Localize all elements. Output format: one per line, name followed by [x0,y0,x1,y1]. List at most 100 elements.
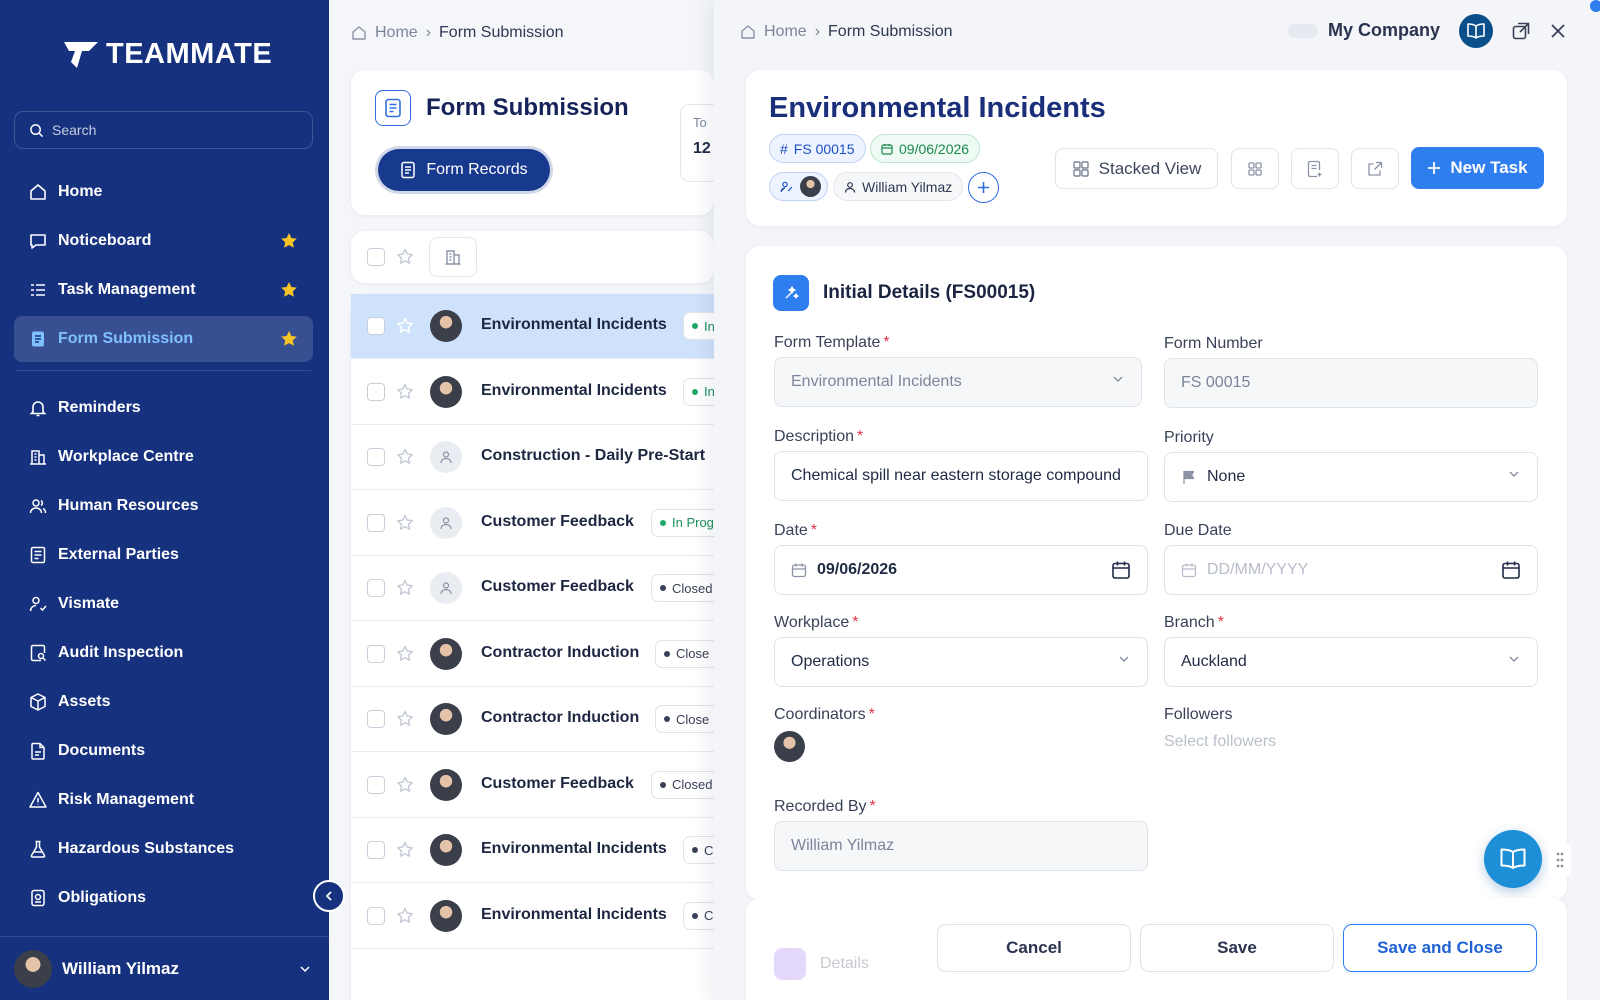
list-item[interactable]: Environmental Incidents In [351,359,724,425]
row-checkbox[interactable] [367,644,385,663]
workplace-select[interactable]: Operations [774,637,1148,687]
teammate-logo[interactable]: TEAMMATE [62,38,272,71]
list-item[interactable]: Contractor Induction Close [351,621,719,687]
avatar-placeholder [430,572,462,604]
sidebar-item-form-submission[interactable]: Form Submission [14,316,313,362]
sidebar-item-reminders[interactable]: Reminders [14,385,313,431]
share-button[interactable] [1351,148,1399,189]
list-item[interactable]: Environmental Incidents In [351,294,724,359]
avatar [14,949,52,988]
sidebar-item-noticeboard[interactable]: Noticeboard [14,218,313,264]
layout-toggle-button[interactable] [1231,148,1279,189]
sidebar-item-home[interactable]: Home [14,169,313,215]
favorite-star-icon[interactable] [279,231,299,251]
close-panel-button[interactable] [1546,19,1570,43]
select-all-checkbox[interactable] [367,248,385,266]
help-book-button[interactable] [1484,830,1542,888]
drag-handle[interactable] [1549,843,1571,877]
row-checkbox[interactable] [367,513,385,532]
new-task-label: New Task [1450,158,1528,177]
user-menu[interactable]: William Yilmaz [0,936,329,1000]
star-icon[interactable] [395,447,415,467]
followers-label: Followers [1164,706,1233,723]
row-checkbox[interactable] [367,775,385,794]
favorite-star-icon[interactable] [279,329,299,349]
coordinator-avatar[interactable] [774,731,805,762]
row-checkbox[interactable] [367,710,385,728]
sidebar-item-audit-inspection[interactable]: Audit Inspection [14,630,313,676]
list-item[interactable]: Environmental Incidents Cl [351,818,726,883]
star-icon[interactable] [395,316,415,336]
new-task-button[interactable]: New Task [1411,147,1544,189]
star-icon[interactable] [395,382,415,402]
save-button[interactable]: Save [1140,924,1334,972]
company-switcher[interactable]: My Company [1288,20,1440,41]
favorite-star-icon[interactable] [279,280,299,300]
home-icon[interactable] [740,24,756,40]
row-checkbox[interactable] [367,906,385,925]
search-input[interactable]: Search [14,111,313,149]
sidebar-item-external-parties[interactable]: External Parties [14,532,313,578]
calendar-picker-icon[interactable] [1111,560,1131,580]
calendar-picker-icon[interactable] [1501,560,1521,580]
sidebar-item-task-management[interactable]: Task Management [14,267,313,313]
avatar [430,768,462,801]
list-item[interactable]: Customer Feedback In Prog [351,490,723,556]
sidebar-item-hazardous-substances[interactable]: Hazardous Substances [14,826,313,872]
sidebar-item-label: Documents [58,742,146,759]
star-icon[interactable] [395,775,415,795]
list-item[interactable]: Environmental Incidents Cl [351,883,726,949]
list-item[interactable]: Customer Feedback Closed [351,556,722,621]
star-icon[interactable] [395,644,415,664]
home-icon[interactable] [351,25,367,41]
row-checkbox[interactable] [367,579,385,597]
chevron-down-icon [1113,376,1123,383]
breadcrumb-home[interactable]: Home [764,23,807,41]
form-records-button[interactable]: Form Records [378,149,550,191]
group-by-button[interactable] [429,237,477,277]
list-item[interactable]: Construction - Daily Pre-Start [351,425,714,490]
form-number-field[interactable]: FS 00015 [1164,358,1538,408]
add-form-button[interactable] [1291,148,1339,189]
sidebar-item-workplace-centre[interactable]: Workplace Centre [14,434,313,480]
branch-select[interactable]: Auckland [1164,637,1538,687]
details-tab[interactable]: Details [774,948,869,980]
sidebar-item-risk-management[interactable]: Risk Management [14,777,313,823]
list-item[interactable]: Customer Feedback Closed [351,752,722,818]
assignee-chip[interactable]: William Yilmaz [833,172,964,201]
star-icon[interactable] [395,247,415,267]
sidebar-item-obligations[interactable]: Obligations [14,875,313,921]
sidebar-item-human-resources[interactable]: Human Resources [14,483,313,529]
coordinator-chip[interactable] [769,172,828,201]
star-icon[interactable] [395,578,415,598]
breadcrumb-home[interactable]: Home [375,24,418,42]
stacked-view-button[interactable]: Stacked View [1055,148,1218,189]
list-toolbar [351,231,714,283]
priority-select[interactable]: None [1164,452,1538,502]
collapse-sidebar-button[interactable] [313,880,345,912]
save-and-close-button[interactable]: Save and Close [1343,924,1537,972]
row-checkbox[interactable] [367,317,385,335]
knowledge-base-button[interactable] [1459,14,1493,48]
recorded-by-field[interactable]: William Yilmaz [774,821,1148,871]
add-assignee-button[interactable] [968,172,999,203]
row-checkbox[interactable] [367,448,385,466]
row-checkbox[interactable] [367,382,385,401]
status-dot [692,388,698,395]
date-field[interactable]: 09/06/2026 [774,545,1148,595]
row-checkbox[interactable] [367,841,385,859]
star-icon[interactable] [395,840,415,860]
followers-select[interactable]: Select followers [1164,733,1276,751]
due-date-field[interactable]: DD/MM/YYYY [1164,545,1538,595]
open-new-window-button[interactable] [1509,19,1533,43]
star-icon[interactable] [395,709,415,729]
cancel-button[interactable]: Cancel [937,924,1131,972]
sidebar-item-vismate[interactable]: Vismate [14,581,313,627]
sidebar-item-assets[interactable]: Assets [14,679,313,725]
sidebar-item-documents[interactable]: Documents [14,728,313,774]
star-icon[interactable] [395,513,415,533]
list-item[interactable]: Contractor Induction Close [351,687,719,752]
star-icon[interactable] [395,906,415,926]
description-field[interactable]: Chemical spill near eastern storage comp… [774,451,1148,501]
form-template-select[interactable]: Environmental Incidents [774,357,1142,407]
